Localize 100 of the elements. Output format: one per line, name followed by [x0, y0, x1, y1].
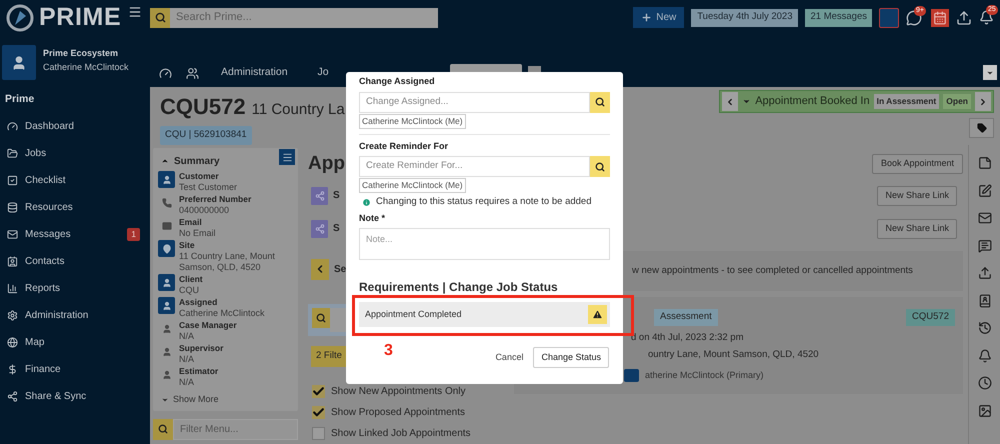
info-text: w new appointments - to see completed or cancelled appointments: [632, 264, 913, 278]
dashboard-tab-icon[interactable]: [159, 66, 172, 80]
bell-icon[interactable]: [979, 10, 994, 25]
caret-icon: [742, 97, 752, 106]
nav-item[interactable]: Map: [0, 328, 150, 356]
note-icon[interactable]: [978, 156, 992, 170]
nav-item[interactable]: Contacts: [0, 248, 150, 275]
checkbox[interactable]: [312, 406, 325, 419]
plus-icon: [641, 12, 652, 23]
back-button[interactable]: [311, 258, 329, 280]
search-icon: [595, 97, 605, 107]
field-label: Preferred Number: [179, 194, 252, 205]
database-icon: [7, 202, 18, 213]
search-button[interactable]: [312, 308, 330, 328]
field-label: Site: [179, 240, 196, 251]
avatar-icon: [624, 368, 639, 382]
count-badge: 1: [127, 228, 140, 241]
logo-text: PRIME: [39, 5, 122, 30]
check-icon: [312, 384, 325, 398]
cancel-button[interactable]: Cancel: [493, 350, 526, 364]
warning-icon: [588, 304, 607, 324]
search-field[interactable]: Search Prime...: [170, 8, 438, 28]
nav-item[interactable]: Finance: [0, 356, 150, 383]
check-icon: [312, 406, 325, 419]
share-link-button[interactable]: New Share Link: [877, 218, 957, 238]
nav-item[interactable]: Resources: [0, 194, 150, 221]
search-icon: [316, 313, 326, 323]
user-search-field[interactable]: Create Reminder For...: [359, 156, 590, 177]
share-icon: [311, 186, 328, 204]
status-tag: In Assessment: [874, 94, 940, 109]
field-value: N/A: [179, 377, 196, 388]
section-heading: Requirements | Change Job Status: [359, 278, 559, 296]
next-status-button[interactable]: [975, 92, 991, 111]
search-icon: [595, 162, 605, 172]
checkbox[interactable]: [312, 426, 325, 440]
job-code-tag: CQU572: [906, 309, 955, 326]
nav-item[interactable]: Dashboard: [0, 112, 150, 140]
nav-item[interactable]: Share & Sync: [0, 382, 150, 410]
job-reference-tag: CQU | 5629103841: [160, 126, 252, 145]
upload-icon[interactable]: [956, 10, 972, 26]
envelope-icon: [7, 228, 18, 240]
tab[interactable]: Jo: [310, 65, 337, 81]
field-label: Case Manager: [179, 320, 237, 331]
image-icon[interactable]: [978, 404, 992, 418]
profile-button[interactable]: [879, 8, 899, 28]
history-icon[interactable]: [978, 321, 992, 335]
envelope-icon[interactable]: [978, 211, 992, 225]
tag-icon: [976, 123, 986, 133]
nav-item[interactable]: Jobs: [0, 140, 150, 167]
field-value: No Email: [179, 228, 216, 239]
new-button[interactable]: New: [633, 7, 684, 28]
assignee-text: atherine McClintock (Primary): [645, 368, 764, 382]
search-button[interactable]: [590, 156, 610, 177]
show-more-link[interactable]: Show More: [158, 393, 219, 406]
book-appointment-button[interactable]: Book Appointment: [872, 154, 963, 174]
clock-icon[interactable]: [978, 376, 992, 390]
field-label: Customer: [179, 171, 220, 182]
settings-icon: [7, 310, 18, 321]
search-button[interactable]: [150, 8, 170, 28]
info-text: Changing to this status requires a note to be added: [376, 195, 592, 209]
search-button[interactable]: [153, 418, 173, 440]
edit-icon[interactable]: [978, 184, 992, 198]
previous-status-button[interactable]: [722, 92, 738, 111]
field-label: Email: [179, 217, 203, 228]
nav-item[interactable]: Administration: [0, 302, 150, 329]
share-link-button[interactable]: New Share Link: [877, 186, 957, 206]
menu-button[interactable]: [279, 149, 295, 165]
selected-user-chip: Catherine McClintock (Me): [359, 178, 466, 193]
search-button[interactable]: [590, 92, 610, 112]
bell-icon[interactable]: [978, 348, 992, 362]
filter-field[interactable]: Filter Menu...: [173, 418, 298, 440]
nav-item[interactable]: Messages 1: [0, 220, 150, 248]
nav-item[interactable]: Checklist: [0, 166, 150, 194]
section-title: Prime: [4, 92, 36, 107]
share-label: S: [333, 189, 340, 203]
checkbox[interactable]: [312, 384, 325, 398]
nav-item[interactable]: Reports: [0, 274, 150, 302]
dropdown-button[interactable]: [983, 65, 997, 80]
job-code: CQU572: [160, 93, 246, 121]
messages-button[interactable]: 21 Messages: [805, 8, 872, 26]
checkbox-label: Show Proposed Appointments: [331, 406, 465, 420]
contact-book-icon[interactable]: [978, 294, 992, 308]
chat-icon[interactable]: [978, 238, 992, 252]
filters-button[interactable]: 2 Filte: [311, 346, 347, 367]
menu-icon: [128, 5, 142, 19]
user-name: Catherine McClintock: [43, 60, 129, 74]
people-tab-icon[interactable]: [186, 66, 199, 80]
caret-icon[interactable]: [161, 157, 169, 165]
tag-button[interactable]: [969, 118, 994, 138]
info-icon: [362, 198, 371, 207]
menu-button[interactable]: [128, 5, 142, 19]
change-status-button[interactable]: Change Status: [533, 346, 609, 368]
user-search-field[interactable]: Change Assigned...: [359, 92, 590, 112]
tab[interactable]: Administration: [213, 65, 296, 81]
tag: Assessment: [654, 309, 718, 326]
upload-icon[interactable]: [978, 266, 992, 280]
calendar-icon[interactable]: [931, 8, 949, 26]
share-label: S: [333, 222, 340, 236]
note-field[interactable]: Note...: [359, 228, 610, 260]
section-heading: App: [308, 152, 345, 176]
